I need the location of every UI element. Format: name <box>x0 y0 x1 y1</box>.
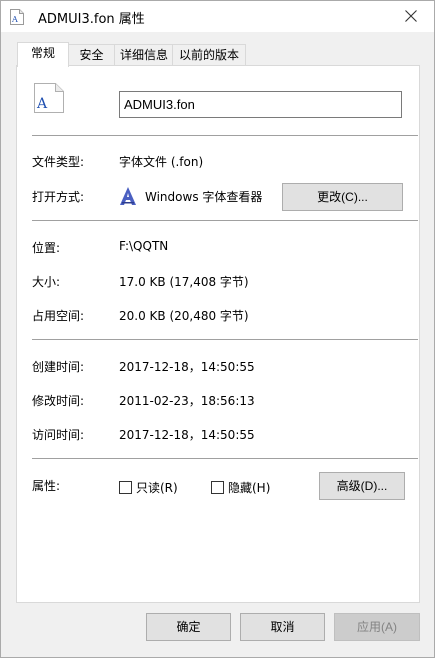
font-viewer-icon <box>119 186 137 206</box>
file-type-value: 字体文件 (.fon) <box>119 155 204 169</box>
general-panel: A 文件类型: 字体文件 (.fon) 打开方式: Windows 字体查看器 … <box>16 65 420 603</box>
properties-window: A ADMUI3.fon 属性 常规 安全 详细信息 以前的版本 A 文件类型:… <box>0 0 435 658</box>
close-button[interactable] <box>388 1 434 32</box>
attributes-label: 属性: <box>32 479 61 493</box>
divider <box>32 458 418 459</box>
modified-value: 2011-02-23，18:56:13 <box>119 394 255 408</box>
tab-general[interactable]: 常规 <box>17 42 69 67</box>
size-on-disk-value: 20.0 KB (20,480 字节) <box>119 309 249 323</box>
tab-security[interactable]: 安全 <box>67 44 116 66</box>
size-label: 大小: <box>32 275 61 289</box>
size-on-disk-label: 占用空间: <box>32 309 85 323</box>
ok-button[interactable]: 确定 <box>146 613 231 641</box>
title-bar: A ADMUI3.fon 属性 <box>1 1 434 32</box>
modified-label: 修改时间: <box>32 394 85 408</box>
checkbox-box[interactable] <box>119 481 132 494</box>
advanced-button[interactable]: 高级(D)... <box>319 472 405 500</box>
created-label: 创建时间: <box>32 360 85 374</box>
readonly-checkbox[interactable]: 只读(R) <box>119 479 178 496</box>
hidden-checkbox[interactable]: 隐藏(H) <box>211 479 270 496</box>
divider <box>32 220 418 221</box>
tab-previous-versions[interactable]: 以前的版本 <box>172 44 246 66</box>
accessed-label: 访问时间: <box>32 428 85 442</box>
close-icon <box>405 10 417 22</box>
location-value: F:\QQTN <box>119 239 169 253</box>
font-file-icon: A <box>33 82 65 114</box>
location-label: 位置: <box>32 241 61 255</box>
divider <box>32 339 418 340</box>
change-button[interactable]: 更改(C)... <box>282 183 403 211</box>
size-value: 17.0 KB (17,408 字节) <box>119 275 249 289</box>
font-file-icon: A <box>10 9 24 25</box>
window-title: ADMUI3.fon 属性 <box>38 12 145 27</box>
apply-button[interactable]: 应用(A) <box>334 613 420 641</box>
checkbox-box[interactable] <box>211 481 224 494</box>
divider <box>32 135 418 136</box>
created-value: 2017-12-18，14:50:55 <box>119 360 255 374</box>
svg-text:A: A <box>11 15 18 24</box>
readonly-label: 只读(R) <box>136 481 178 495</box>
opens-with-value: Windows 字体查看器 <box>145 190 263 204</box>
cancel-button[interactable]: 取消 <box>240 613 325 641</box>
opens-with-label: 打开方式: <box>32 190 85 204</box>
accessed-value: 2017-12-18，14:50:55 <box>119 428 255 442</box>
filename-field[interactable] <box>119 91 402 118</box>
svg-text:A: A <box>36 96 48 112</box>
file-type-label: 文件类型: <box>32 155 85 169</box>
tab-details[interactable]: 详细信息 <box>114 44 174 66</box>
hidden-label: 隐藏(H) <box>228 481 271 495</box>
